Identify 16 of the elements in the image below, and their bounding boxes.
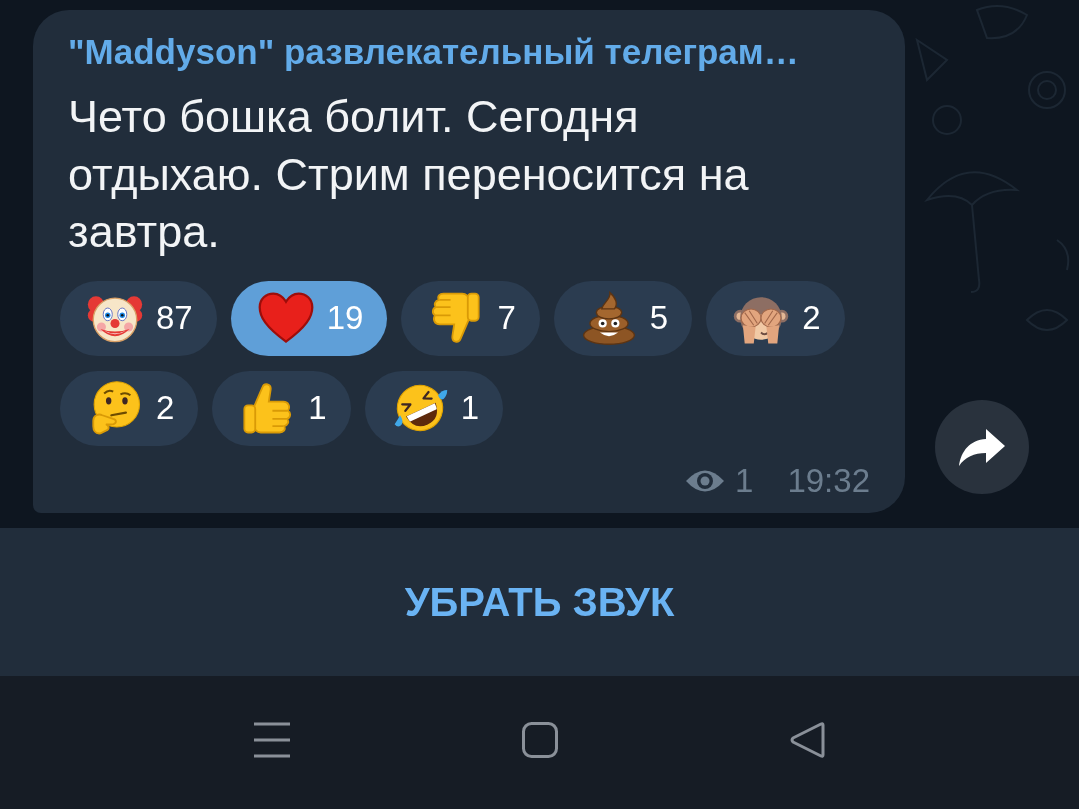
mute-button[interactable]: УБРАТЬ ЗВУК: [384, 562, 695, 642]
reaction-button[interactable]: 1: [364, 370, 504, 446]
reaction-button[interactable]: 7: [401, 280, 540, 356]
reaction-button[interactable]: 2: [706, 280, 845, 356]
menu-icon[interactable]: [253, 721, 290, 758]
reaction-button[interactable]: 2: [60, 370, 199, 446]
share-arrow-icon: [958, 426, 1006, 467]
reaction-button[interactable]: 5: [553, 280, 693, 356]
view-count: 1: [735, 460, 754, 501]
message-time: 19:32: [787, 460, 870, 501]
reaction-button[interactable]: 87: [60, 280, 217, 356]
forwarded-channel-name[interactable]: "Maddyson" развлекательный телеграм…: [68, 32, 870, 72]
back-icon[interactable]: [789, 721, 826, 758]
message-text: Чето бошка болит. Сегодня отдыхаю. Стрим переносится на завтра.: [68, 90, 750, 259]
home-icon[interactable]: [521, 721, 558, 758]
reaction-button[interactable]: 1: [212, 370, 351, 446]
